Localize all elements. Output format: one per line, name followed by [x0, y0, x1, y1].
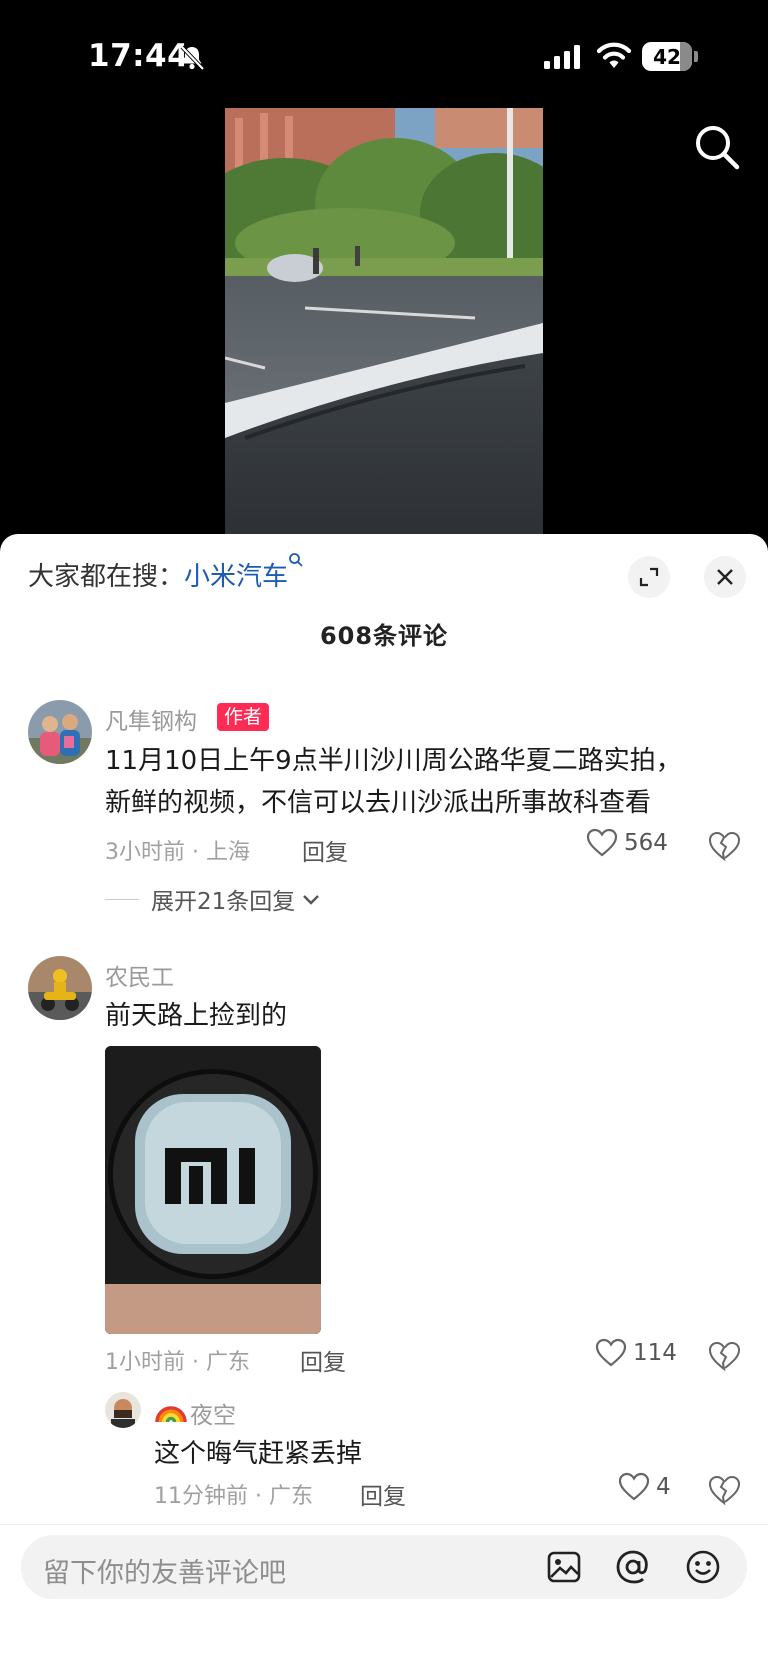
comment-username[interactable]: 农民工 — [105, 958, 174, 992]
trending-search: 大家都在搜：小米汽车 — [28, 553, 304, 593]
comment-input-placeholder: 留下你的友善评论吧 — [43, 1558, 286, 1589]
avatar[interactable] — [28, 956, 92, 1020]
emoji-icon[interactable] — [685, 1549, 721, 1585]
heart-icon — [618, 1472, 650, 1501]
like-count: 114 — [633, 1340, 677, 1366]
avatar[interactable] — [28, 700, 92, 764]
expand-icon — [639, 567, 659, 587]
search-icon[interactable] — [692, 122, 742, 172]
broken-heart-icon[interactable] — [707, 1340, 741, 1372]
like-count: 564 — [624, 830, 668, 856]
trending-prefix: 大家都在搜： — [28, 562, 185, 592]
status-bar: 17:44 42 — [0, 0, 768, 110]
like-button[interactable]: 564 — [586, 828, 668, 858]
expand-button[interactable] — [628, 556, 670, 598]
wifi-icon — [596, 42, 632, 68]
expand-replies-label: 展开21条回复 — [151, 889, 296, 915]
video-player[interactable] — [225, 108, 543, 535]
like-count: 4 — [656, 1474, 671, 1500]
like-button[interactable]: 4 — [618, 1472, 671, 1502]
rainbow-icon — [155, 1406, 187, 1423]
comment-meta: 1小时前 · 广东 — [105, 1350, 250, 1375]
broken-heart-icon[interactable] — [707, 830, 741, 862]
reply-button[interactable]: 回复 — [300, 1343, 346, 1377]
comment-text: 前天路上捡到的 — [105, 1001, 288, 1031]
battery-level: 42 — [653, 44, 681, 69]
comment-meta: 3小时前 · 上海 — [105, 840, 250, 865]
comment-text-line-1: 11月10日上午9点半川沙川周公路华夏二路实拍， — [105, 746, 682, 776]
at-icon[interactable] — [615, 1549, 651, 1585]
close-icon — [717, 569, 733, 585]
reply-button[interactable]: 回复 — [302, 833, 348, 867]
bell-slash-icon — [180, 45, 205, 71]
video-frame-image — [225, 108, 543, 535]
screen: 17:44 42 大家都在搜：小米汽车 608条评论 凡隼钢构 作者 11月10… — [0, 0, 768, 1669]
reply-button[interactable]: 回复 — [360, 1477, 406, 1511]
chevron-down-icon — [303, 895, 320, 905]
reply-text: 这个晦气赶紧丢掉 — [154, 1439, 363, 1469]
comment-image[interactable] — [105, 1046, 321, 1334]
broken-heart-icon[interactable] — [707, 1474, 741, 1506]
comment-input-bar: 留下你的友善评论吧 — [0, 1524, 768, 1669]
battery-icon: 42 — [642, 42, 698, 71]
heart-icon — [595, 1338, 627, 1367]
signal-icon — [544, 45, 580, 69]
like-button[interactable]: 114 — [595, 1338, 677, 1368]
comment-username[interactable]: 凡隼钢构 — [105, 702, 197, 736]
comment-sheet: 大家都在搜：小米汽车 608条评论 凡隼钢构 作者 11月10日上午9点半川沙川… — [0, 534, 768, 1669]
image-icon[interactable] — [546, 1549, 582, 1585]
author-badge: 作者 — [217, 703, 270, 731]
trending-keyword-link[interactable]: 小米汽车 — [184, 562, 288, 592]
comment-input[interactable]: 留下你的友善评论吧 — [21, 1535, 747, 1599]
comment-count: 608条评论 — [319, 622, 449, 650]
heart-icon — [586, 828, 618, 857]
reply-username[interactable]: 夜空 — [190, 1396, 236, 1430]
status-time: 17:44 — [88, 38, 190, 74]
reply-avatar[interactable] — [105, 1392, 141, 1428]
expand-replies-button[interactable]: 展开21条回复 — [105, 882, 321, 916]
reply-meta: 11分钟前 · 广东 — [154, 1484, 313, 1509]
close-button[interactable] — [704, 556, 746, 598]
comment-text-line-2: 新鲜的视频，不信可以去川沙派出所事故科查看 — [105, 788, 652, 818]
search-icon — [289, 553, 303, 567]
